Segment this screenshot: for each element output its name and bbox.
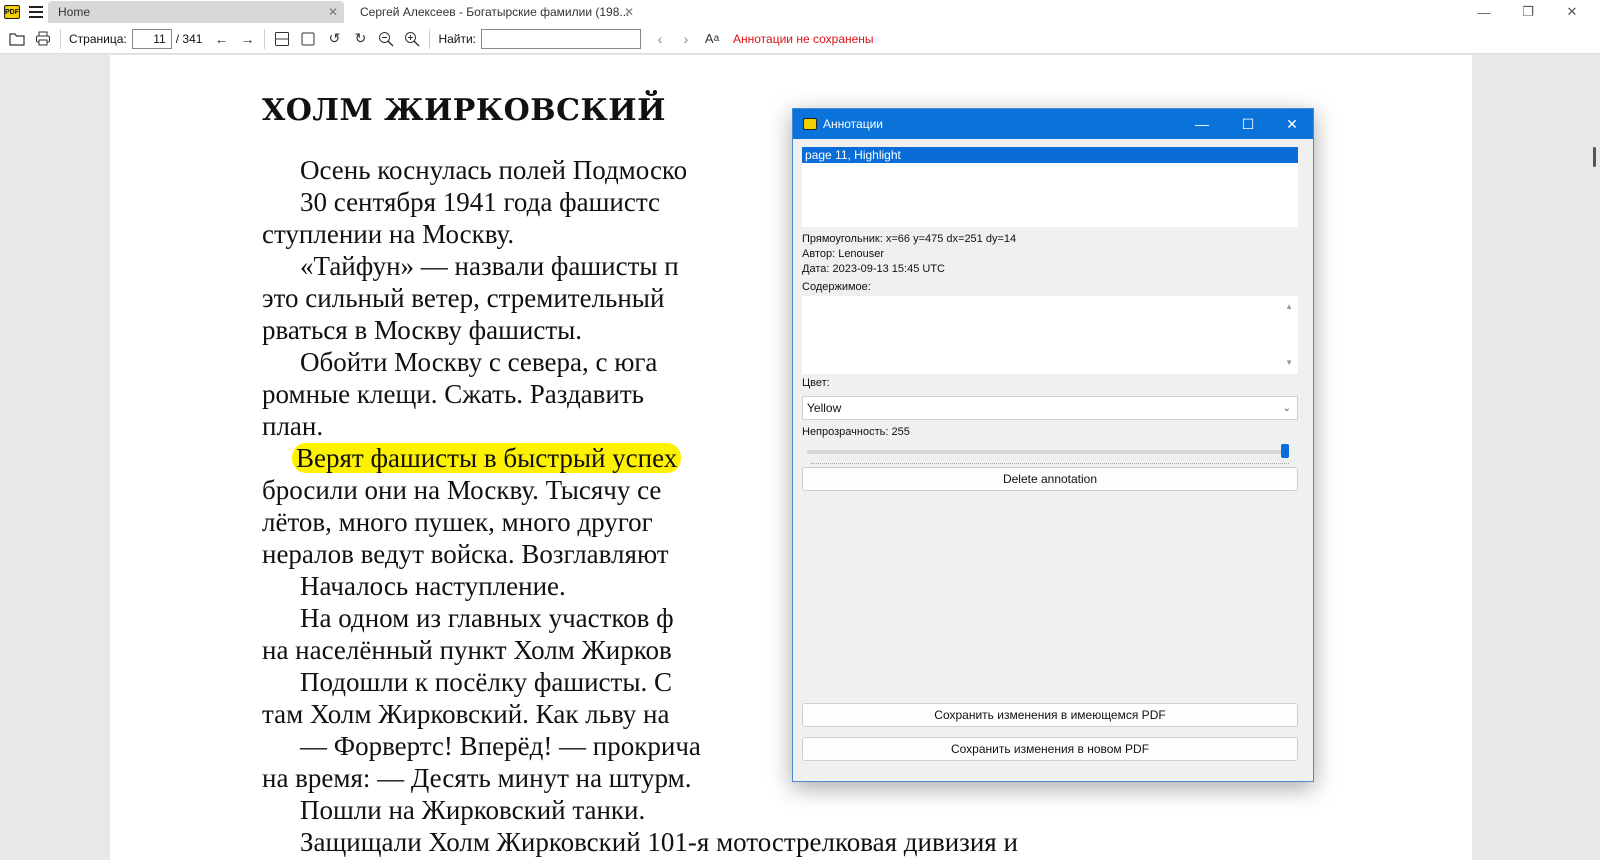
tab-home[interactable]: Home ✕: [48, 1, 344, 23]
text-line: — Форвертс! Вперёд! — прокрича: [300, 731, 701, 761]
scrollbar-thumb[interactable]: [1593, 147, 1596, 167]
text-line: Осень коснулась полей Подмоско: [300, 155, 688, 185]
list-item-selected[interactable]: page 11, Highlight: [802, 147, 1298, 163]
color-select[interactable]: Yellow ⌄: [802, 396, 1298, 420]
rotate-right-icon[interactable]: ↻: [347, 28, 373, 50]
minimize-icon[interactable]: —: [1462, 0, 1506, 24]
text-line: Пошли на Жирковский танки.: [300, 795, 646, 825]
save-existing-pdf-button[interactable]: Сохранить изменения в имеющемся PDF: [802, 703, 1298, 727]
font-size-icon[interactable]: Aa: [699, 28, 725, 50]
arrow-right-icon[interactable]: →: [234, 28, 260, 50]
delete-annotation-button[interactable]: Delete annotation: [802, 467, 1298, 491]
text-line: там Холм Жирковский. Как льву на: [262, 699, 670, 729]
dialog-title-bar[interactable]: Аннотации — ☐ ✕: [793, 109, 1313, 139]
zoom-out-icon[interactable]: [373, 28, 399, 50]
dialog-title: Аннотации: [823, 117, 883, 131]
page-total: / 341: [175, 31, 203, 46]
close-icon[interactable]: ✕: [1269, 109, 1315, 139]
open-folder-icon[interactable]: [4, 28, 30, 50]
page-heading: ХОЛМ ЖИРКОВСКИЙ: [262, 93, 666, 128]
toolbar-divider: [264, 28, 266, 49]
annotation-author: Автор: Lenouser: [802, 248, 885, 260]
text-line: Защищали Холм Жирковский 101-я мотострел…: [300, 827, 1018, 857]
zoom-in-icon[interactable]: [399, 28, 425, 50]
text-line: это сильный ветер, стремительный: [262, 283, 665, 313]
opacity-slider-thumb[interactable]: [1281, 444, 1289, 458]
find-next-icon[interactable]: ›: [673, 28, 699, 50]
tab-document-label: Сергей Алексеев - Богатырские фамилии (1…: [360, 5, 630, 19]
slider-ticks: [811, 463, 1289, 464]
rotate-left-icon[interactable]: ↺: [321, 28, 347, 50]
content-label: Содержимое:: [802, 281, 871, 293]
app-logo-icon: PDF: [4, 5, 20, 19]
save-new-pdf-button[interactable]: Сохранить изменения в новом PDF: [802, 737, 1298, 761]
minimize-icon[interactable]: —: [1179, 109, 1225, 139]
annotation-date: Дата: 2023-09-13 15:45 UTC: [802, 263, 945, 275]
content-textarea[interactable]: ▲ ▼: [802, 296, 1298, 374]
find-previous-icon[interactable]: ‹: [647, 28, 673, 50]
arrow-left-icon[interactable]: ←: [208, 28, 234, 50]
color-select-value: Yellow: [807, 401, 842, 415]
scroll-down-icon[interactable]: ▼: [1285, 358, 1293, 367]
text-line: нералов ведут войска. Возглавляют: [262, 539, 669, 569]
text-line: ступлении на Москву.: [262, 219, 515, 249]
highlight-annotation[interactable]: Верят фашисты в быстрый успех: [292, 443, 682, 473]
tab-home-label: Home: [58, 5, 91, 19]
scroll-up-icon[interactable]: ▲: [1285, 302, 1293, 311]
title-bar: PDF Home ✕ Сергей Алексеев - Богатырские…: [0, 0, 1600, 24]
text-line: Началось наступление.: [300, 571, 566, 601]
annotations-dialog: Аннотации — ☐ ✕ page 11, Highlight Прямо…: [792, 108, 1314, 782]
text-line: 30 сентября 1941 года фашистс: [300, 187, 660, 217]
find-input[interactable]: [481, 28, 642, 49]
annotation-list[interactable]: page 11, Highlight: [802, 147, 1298, 227]
text-line: На одном из главных участков ф: [300, 603, 674, 633]
print-icon[interactable]: [30, 28, 56, 50]
maximize-icon[interactable]: ☐: [1225, 109, 1271, 139]
page-number-input[interactable]: 11: [131, 28, 172, 49]
close-icon[interactable]: ✕: [624, 5, 634, 19]
opacity-slider[interactable]: [807, 450, 1289, 454]
toolbar: Страница: 11 / 341 ← → ↺ ↻ Найти: ‹ › Aa…: [0, 24, 1600, 54]
opacity-label: Непрозрачность: 255: [802, 426, 910, 438]
fit-page-icon[interactable]: [295, 28, 321, 50]
annotation-rect: Прямоугольник: x=66 y=475 dx=251 dy=14: [802, 233, 1017, 245]
text-line: рваться в Москву фашисты.: [262, 315, 583, 345]
text-line: план.: [262, 411, 324, 441]
text-line: Обойти Москву с севера, с юга: [300, 347, 658, 377]
unsaved-annotations-status: Аннотации не сохранены: [733, 31, 874, 46]
tab-document[interactable]: Сергей Алексеев - Богатырские фамилии (1…: [350, 1, 640, 23]
text-line: «Тайфун» — назвали фашисты п: [300, 251, 679, 281]
page-label: Страница:: [69, 31, 127, 46]
restore-icon[interactable]: ❐: [1506, 0, 1550, 24]
close-window-icon[interactable]: ✕: [1550, 0, 1594, 24]
highlighted-text-line[interactable]: Верят фашисты в быстрый успех: [292, 443, 682, 474]
text-line: бросили они на Москву. Тысячу се: [262, 475, 662, 505]
menu-icon[interactable]: [28, 5, 44, 19]
fit-width-icon[interactable]: [269, 28, 295, 50]
app-logo-icon: [803, 118, 817, 130]
color-label: Цвет:: [802, 377, 830, 389]
text-line: на населённый пункт Холм Жирков: [262, 635, 672, 665]
text-line: ромные клещи. Сжать. Раздавить: [262, 379, 644, 409]
close-icon[interactable]: ✕: [328, 5, 338, 19]
toolbar-divider: [60, 28, 61, 49]
toolbar-divider: [429, 28, 431, 49]
text-line: лётов, много пушек, много другог: [262, 507, 653, 537]
find-label: Найти:: [438, 31, 477, 46]
chevron-down-icon: ⌄: [1282, 402, 1291, 414]
text-line: на время: — Десять минут на штурм.: [262, 763, 692, 793]
text-line: Подошли к посёлку фашисты. С: [300, 667, 672, 697]
